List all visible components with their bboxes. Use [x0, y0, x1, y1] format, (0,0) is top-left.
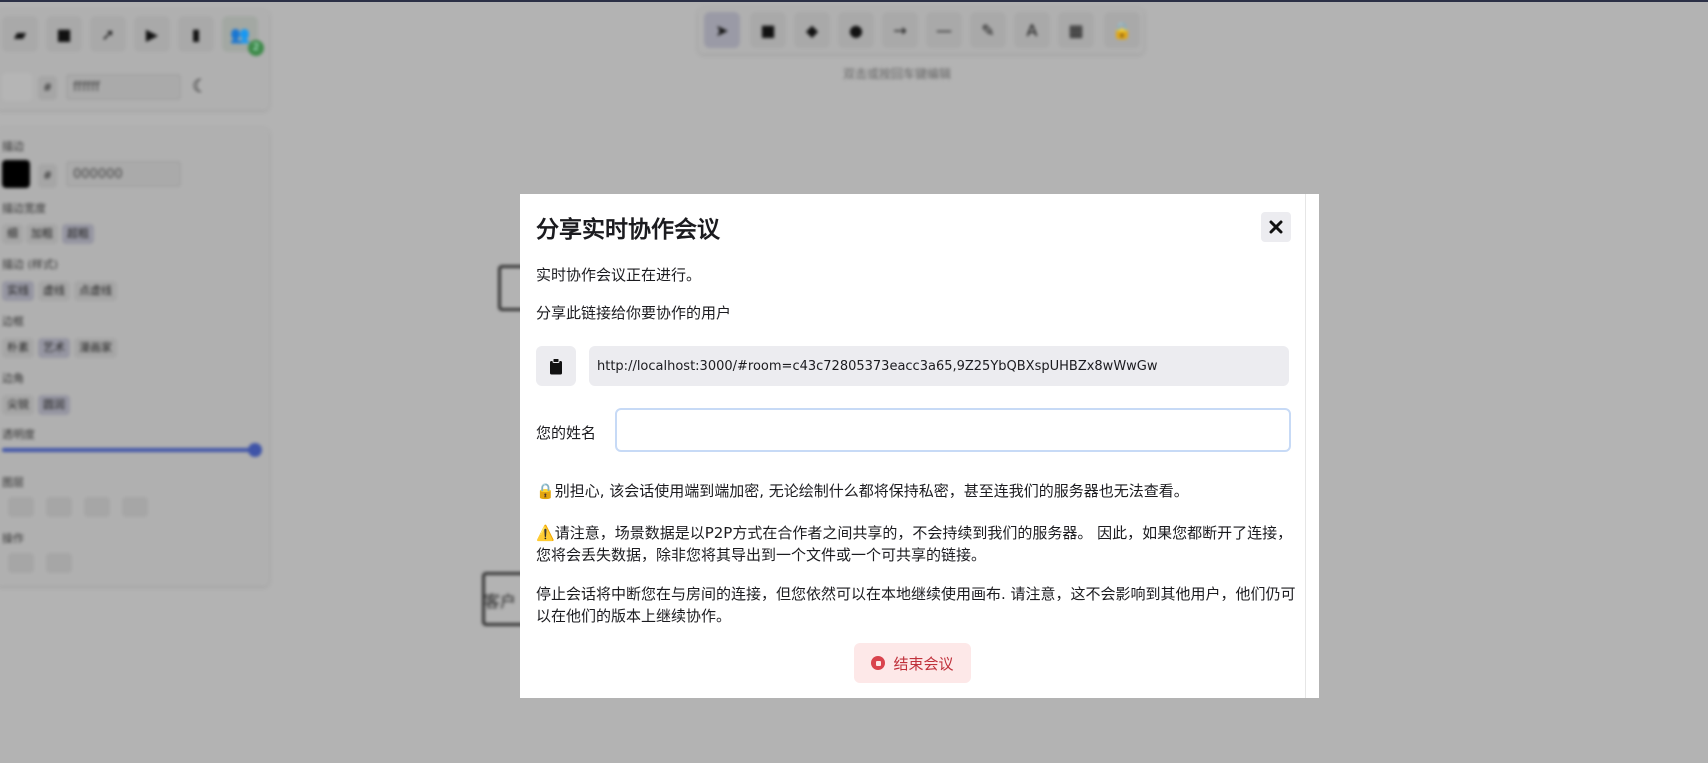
diamond-icon: ◆ [805, 20, 819, 40]
clipboard-icon [550, 357, 562, 374]
share-link-instruction: 分享此链接给你要协作的用户 [536, 304, 732, 322]
moon-icon[interactable]: ☾ [192, 76, 208, 97]
privacy-note-text: 别担心, 该会话使用端到端加密, 无论绘制什么都将保持私密，甚至连我们的服务器也… [554, 482, 1189, 500]
bring-forward-button[interactable] [84, 497, 110, 517]
canvas-text-customer[interactable]: 客户 [484, 588, 516, 612]
square-icon: ■ [760, 20, 776, 40]
stroke-width-bold[interactable]: 加粗 [26, 224, 58, 244]
export-button[interactable]: ▶ [134, 16, 170, 52]
stop-session-label: 结束会议 [893, 654, 954, 673]
edges-label: 边角 [2, 372, 24, 385]
cursor-icon: ➤ [715, 20, 729, 40]
lock-icon: 🔒 [1112, 20, 1132, 40]
participant-count-badge: 2 [248, 40, 264, 56]
floppy-icon: ■ [56, 24, 72, 44]
users-icon: 👥 [230, 24, 250, 44]
stroke-width-label: 描边宽度 [2, 202, 46, 215]
opacity-label: 透明度 [2, 428, 35, 441]
delete-button[interactable] [46, 553, 72, 573]
stroke-style-solid[interactable]: 实线 [2, 281, 34, 301]
send-backward-button[interactable] [46, 497, 72, 517]
name-label: 您的姓名 [536, 424, 597, 442]
clear-canvas-button[interactable]: ▮ [178, 16, 214, 52]
text-tool[interactable]: A [1014, 12, 1050, 48]
stroke-label: 描边 [2, 140, 24, 153]
edge-sharp[interactable]: 尖锐 [2, 395, 34, 415]
stroke-width-thin[interactable]: 细 [2, 224, 23, 244]
stop-session-info: 停止会话将中断您在与房间的连接，但您依然可以在本地继续使用画布. 请注意，这不会… [536, 585, 1296, 625]
close-button[interactable] [1261, 212, 1291, 242]
session-status-text: 实时协作会议正在进行。 [536, 266, 702, 284]
lock-tool[interactable]: 🔒 [1104, 12, 1140, 48]
stroke-color-swatch[interactable] [2, 160, 30, 188]
export-image-button[interactable]: ➚ [90, 16, 126, 52]
trash-icon: ▮ [191, 24, 201, 44]
copy-link-button[interactable] [536, 346, 576, 386]
close-icon [1269, 220, 1283, 234]
stroke-width-extra-bold[interactable]: 超粗 [62, 224, 94, 244]
share-collaboration-dialog: 分享实时协作会议 实时协作会议正在进行。 分享此链接给你要协作的用户 您的姓名 … [520, 194, 1319, 698]
hash-label: # [38, 76, 58, 100]
stop-icon [871, 656, 886, 670]
sloppiness-artist[interactable]: 艺术 [38, 338, 70, 358]
sloppiness-architect[interactable]: 朴素 [2, 338, 34, 358]
warning-note: ⚠️请注意，场景数据是以P2P方式在合作者之间共享的，不会持续到我们的服务器。 … [536, 522, 1296, 566]
canvas-hint: 双击或按回车键编辑 [843, 67, 952, 81]
folder-icon: ▰ [13, 24, 27, 44]
actions-label: 操作 [2, 532, 24, 545]
rectangle-tool[interactable]: ■ [750, 12, 786, 48]
line-icon: — [936, 20, 952, 40]
draw-tool[interactable]: ✎ [970, 12, 1006, 48]
stroke-style-dotted[interactable]: 点虚线 [74, 281, 117, 301]
save-button[interactable]: ■ [46, 16, 82, 52]
export-icon: ➚ [101, 24, 115, 44]
stroke-color-input[interactable]: 000000 [66, 161, 181, 187]
privacy-note: 🔒别担心, 该会话使用端到端加密, 无论绘制什么都将保持私密，甚至连我们的服务器… [536, 480, 1296, 502]
bring-to-front-button[interactable] [122, 497, 148, 517]
layers-label: 图层 [2, 476, 24, 489]
opacity-slider-track[interactable] [2, 448, 254, 452]
diamond-tool[interactable]: ◆ [794, 12, 830, 48]
grid-icon: ▦ [1068, 20, 1084, 40]
export-file-icon: ▶ [145, 24, 159, 44]
name-input[interactable] [615, 408, 1291, 452]
sloppiness-cartoonist[interactable]: 漫画家 [74, 338, 117, 358]
warning-icon: ⚠️ [536, 524, 555, 542]
arrow-tool[interactable]: → [882, 12, 918, 48]
opacity-slider-thumb[interactable] [248, 443, 262, 457]
selection-tool[interactable]: ➤ [704, 12, 740, 48]
hash-label-stroke: # [38, 164, 58, 188]
edge-round[interactable]: 圆润 [38, 395, 70, 415]
bg-color-swatch[interactable] [2, 73, 32, 101]
duplicate-button[interactable] [8, 553, 34, 573]
ellipse-tool[interactable]: ● [838, 12, 874, 48]
sloppiness-label: 边框 [2, 315, 24, 328]
stop-session-button[interactable]: 结束会议 [854, 643, 971, 683]
lock-icon: 🔒 [536, 482, 555, 500]
share-link-input[interactable] [589, 346, 1289, 386]
bg-color-input[interactable]: ffffff [66, 74, 181, 100]
warning-note-text: 请注意，场景数据是以P2P方式在合作者之间共享的，不会持续到我们的服务器。 因此… [536, 524, 1293, 564]
stroke-style-label: 描边 (样式) [2, 258, 59, 271]
dialog-title: 分享实时协作会议 [536, 217, 720, 243]
pencil-icon: ✎ [981, 20, 995, 40]
circle-icon: ● [849, 20, 863, 40]
open-file-button[interactable]: ▰ [2, 16, 38, 52]
library-tool[interactable]: ▦ [1058, 12, 1094, 48]
arrow-icon: → [893, 20, 907, 40]
line-tool[interactable]: — [926, 12, 962, 48]
send-to-back-button[interactable] [8, 497, 34, 517]
text-icon: A [1026, 20, 1038, 40]
stroke-style-dashed[interactable]: 虚线 [38, 281, 70, 301]
